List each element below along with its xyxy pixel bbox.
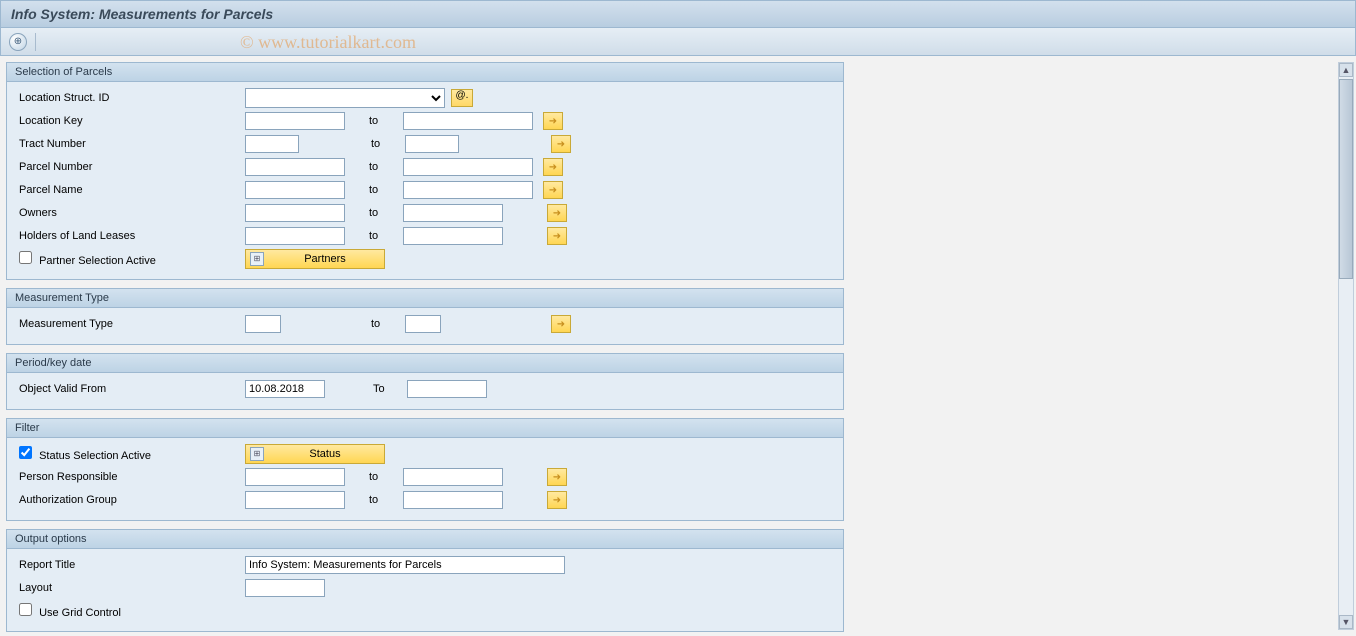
to-label: to (349, 230, 399, 242)
auth-group-from[interactable] (245, 491, 345, 509)
owners-from[interactable] (245, 204, 345, 222)
group-filter: Filter Status Selection Active ⊞ Status (6, 418, 844, 521)
multiple-selection-icon[interactable] (547, 227, 567, 245)
group-measurement-type: Measurement Type Measurement Type to (6, 288, 844, 345)
label-owners: Owners (15, 207, 245, 219)
to-label: to (349, 161, 399, 173)
partners-button-label: Partners (270, 253, 380, 265)
group-header: Filter (7, 419, 843, 438)
label-auth-group: Authorization Group (15, 494, 245, 506)
auth-group-to[interactable] (403, 491, 503, 509)
label-location-key: Location Key (15, 115, 245, 127)
label-partner-sel-active: Partner Selection Active (39, 255, 156, 267)
label-person-responsible: Person Responsible (15, 471, 245, 483)
group-period: Period/key date Object Valid From To (6, 353, 844, 410)
multiple-selection-icon[interactable] (551, 135, 571, 153)
multiple-selection-icon[interactable] (551, 315, 571, 333)
multiple-selection-icon[interactable] (543, 181, 563, 199)
label-status-sel-active: Status Selection Active (39, 450, 151, 462)
execute-icon[interactable]: ⊕ (9, 33, 27, 51)
window-title-text: Info System: Measurements for Parcels (11, 6, 273, 22)
label-use-grid-control: Use Grid Control (39, 607, 121, 619)
person-resp-to[interactable] (403, 468, 503, 486)
status-expand-icon: ⊞ (250, 447, 264, 461)
owners-to[interactable] (403, 204, 503, 222)
to-label: to (351, 318, 401, 330)
to-label: to (351, 138, 401, 150)
label-holders: Holders of Land Leases (15, 230, 245, 242)
person-resp-from[interactable] (245, 468, 345, 486)
label-location-struct-id: Location Struct. ID (15, 92, 245, 104)
location-struct-id-select[interactable] (245, 88, 445, 108)
valid-from-input[interactable] (245, 380, 325, 398)
parcel-name-to[interactable] (403, 181, 533, 199)
status-button[interactable]: ⊞ Status (245, 444, 385, 464)
label-tract-number: Tract Number (15, 138, 245, 150)
parcel-number-to[interactable] (403, 158, 533, 176)
holders-from[interactable] (245, 227, 345, 245)
label-parcel-number: Parcel Number (15, 161, 245, 173)
tract-number-from[interactable] (245, 135, 299, 153)
group-selection-parcels: Selection of Parcels Location Struct. ID… (6, 62, 844, 280)
use-grid-control-checkbox[interactable] (19, 603, 32, 616)
parcel-number-from[interactable] (245, 158, 345, 176)
to-label: to (349, 207, 399, 219)
partners-expand-icon: ⊞ (250, 252, 264, 266)
group-header: Selection of Parcels (7, 63, 843, 82)
label-valid-from: Object Valid From (15, 383, 245, 395)
location-key-from[interactable] (245, 112, 345, 130)
vertical-scrollbar[interactable]: ▲ ▼ (1338, 62, 1354, 630)
multiple-selection-icon[interactable] (547, 204, 567, 222)
search-help-icon[interactable]: @. (451, 89, 473, 107)
multiple-selection-icon[interactable] (547, 491, 567, 509)
group-header: Period/key date (7, 354, 843, 373)
multiple-selection-icon[interactable] (543, 158, 563, 176)
to-label: To (353, 383, 403, 395)
location-key-to[interactable] (403, 112, 533, 130)
window-title: Info System: Measurements for Parcels (0, 0, 1356, 28)
label-measurement-type: Measurement Type (15, 318, 245, 330)
report-title-input[interactable] (245, 556, 565, 574)
to-label: to (349, 115, 399, 127)
right-empty-area: ▲ ▼ (850, 56, 1356, 636)
multiple-selection-icon[interactable] (543, 112, 563, 130)
group-header: Output options (7, 530, 843, 549)
measurement-type-to[interactable] (405, 315, 441, 333)
status-selection-active-checkbox[interactable] (19, 446, 32, 459)
measurement-type-from[interactable] (245, 315, 281, 333)
label-layout: Layout (15, 582, 245, 594)
partner-selection-active-checkbox[interactable] (19, 251, 32, 264)
tract-number-to[interactable] (405, 135, 459, 153)
status-button-label: Status (270, 448, 380, 460)
multiple-selection-icon[interactable] (547, 468, 567, 486)
holders-to[interactable] (403, 227, 503, 245)
to-label: to (349, 494, 399, 506)
scroll-thumb[interactable] (1339, 79, 1353, 279)
toolbar-separator (35, 33, 36, 51)
to-label: to (349, 471, 399, 483)
partners-button[interactable]: ⊞ Partners (245, 249, 385, 269)
scroll-up-icon[interactable]: ▲ (1339, 63, 1353, 77)
layout-input[interactable] (245, 579, 325, 597)
group-output-options: Output options Report Title Layout (6, 529, 844, 632)
parcel-name-from[interactable] (245, 181, 345, 199)
to-label: to (349, 184, 399, 196)
label-report-title: Report Title (15, 559, 245, 571)
group-header: Measurement Type (7, 289, 843, 308)
scroll-down-icon[interactable]: ▼ (1339, 615, 1353, 629)
valid-to-input[interactable] (407, 380, 487, 398)
toolbar: ⊕ (0, 28, 1356, 56)
label-parcel-name: Parcel Name (15, 184, 245, 196)
